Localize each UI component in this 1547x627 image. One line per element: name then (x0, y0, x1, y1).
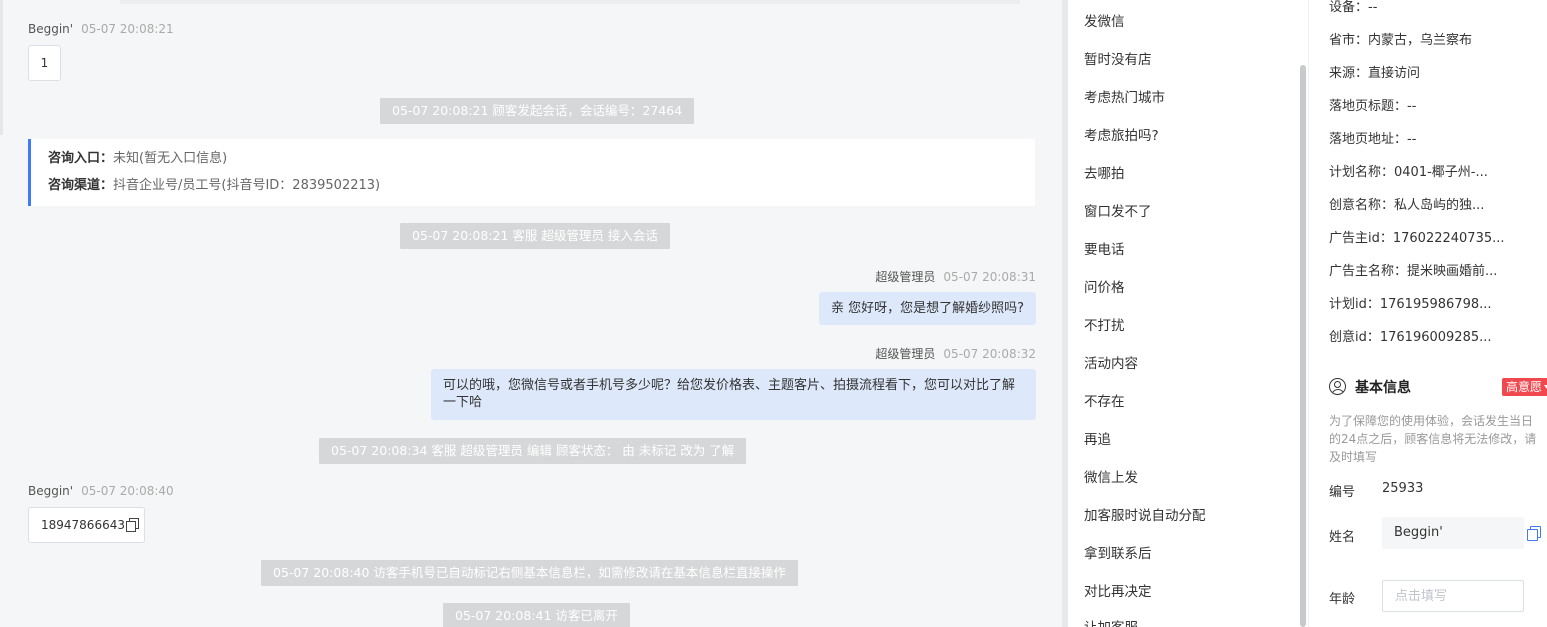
system-message: 05-07 20:08:41 访客已离开 (443, 603, 630, 627)
agent-message: 亲 您好呀，您是想了解婚纱照吗? (818, 292, 1036, 325)
edit-icon[interactable] (1527, 526, 1541, 541)
quick-reply-item[interactable]: 微信上发 (1084, 466, 1138, 486)
intent-tag-label: 高意愿 (1506, 380, 1543, 394)
system-message: 05-07 20:08:21 顾客发起会话，会话编号：27464 (380, 98, 695, 124)
id-value: 25933 (1382, 481, 1424, 496)
message-meta: 超级管理员 05-07 20:08:32 (875, 345, 1036, 362)
message-time: 05-07 20:08:32 (943, 347, 1036, 361)
system-message: 05-07 20:08:21 客服 超级管理员 接入会话 (400, 223, 670, 249)
age-label: 年龄 (1329, 592, 1356, 607)
quick-reply-item[interactable]: 活动内容 (1084, 352, 1138, 372)
quick-reply-item[interactable]: 对比再决定 (1084, 580, 1152, 600)
visitor-message: 1 (28, 45, 61, 81)
agent-message-line: 一下哈 (443, 395, 483, 410)
channel-value: 抖音企业号/员工号(抖音号ID：2839502213) (113, 178, 381, 193)
quick-reply-item[interactable]: 窗口发不了 (1084, 200, 1152, 220)
message-time: 05-07 20:08:31 (943, 270, 1036, 284)
system-message: 05-07 20:08:34 客服 超级管理员 编辑 顾客状态： 由 未标记 改… (319, 438, 747, 464)
name-field[interactable]: Beggin' (1382, 517, 1524, 549)
message-time: 05-07 20:08:21 (81, 22, 174, 36)
device-info: 设备：-- (1329, 0, 1378, 15)
sender-name: Beggin' (28, 484, 74, 498)
plan-id-info: 计划id：176195986798... (1329, 297, 1492, 312)
edit-notice: 为了保障您的使用体验，会话发生当日的24点之后，顾客信息将无法修改，请及时填写 (1329, 414, 1537, 464)
quick-reply-item[interactable]: 暂时没有店 (1084, 48, 1152, 68)
quick-reply-item[interactable]: 问价格 (1084, 276, 1125, 296)
advertiser-name-info: 广告主名称：提米映画婚前... (1329, 264, 1498, 279)
advertiser-id-info: 广告主id：176022240735... (1329, 231, 1505, 246)
entry-row: 咨询入口：未知(暂无入口信息) (48, 150, 1035, 177)
quick-reply-item[interactable]: 让加客服 (1084, 616, 1138, 627)
visitor-message: 18947866643 (28, 507, 145, 543)
sender-name: 超级管理员 (875, 347, 936, 361)
message-meta: Beggin' 05-07 20:08:40 (28, 484, 174, 498)
basic-info-title: 基本信息 (1355, 380, 1411, 396)
quick-reply-scrollbar[interactable] (1300, 65, 1306, 627)
quick-reply-item[interactable]: 考虑热门城市 (1084, 86, 1165, 106)
intent-tag-dropdown[interactable]: 高意愿 (1502, 378, 1547, 396)
quick-reply-list: 发微信 暂时没有店 考虑热门城市 考虑旅拍吗? 去哪拍 窗口发不了 要电话 问价… (1068, 0, 1308, 627)
entry-value: 未知(暂无入口信息) (113, 151, 228, 166)
message-meta: Beggin' 05-07 20:08:21 (28, 22, 174, 36)
chat-edge (0, 0, 3, 135)
creative-id-info: 创意id：176196009285... (1329, 330, 1492, 345)
quick-reply-item[interactable]: 再追 (1084, 428, 1111, 448)
quick-reply-item[interactable]: 不存在 (1084, 390, 1125, 410)
message-time: 05-07 20:08:40 (81, 484, 174, 498)
province-info: 省市：内蒙古，乌兰察布 (1329, 33, 1473, 48)
quick-reply-item[interactable]: 去哪拍 (1084, 162, 1125, 182)
channel-row: 咨询渠道：抖音企业号/员工号(抖音号ID：2839502213) (48, 177, 1035, 204)
landing-url-info: 落地页地址：-- (1329, 132, 1417, 147)
agent-message: 可以的哦，您微信号或者手机号多少呢？给您发价格表、主题客片、拍摄流程看下，您可以… (431, 369, 1036, 420)
landing-title-info: 落地页标题：-- (1329, 99, 1417, 114)
plan-name-info: 计划名称：0401-椰子州-... (1329, 165, 1488, 180)
quick-reply-item[interactable]: 加客服时说自动分配 (1084, 504, 1206, 524)
source-info: 来源：直接访问 (1329, 66, 1421, 81)
basic-info-header: 基本信息 高意愿 (1329, 377, 1547, 397)
phone-number: 18947866643 (41, 518, 125, 532)
customer-info-panel: 设备：-- 省市：内蒙古，乌兰察布 来源：直接访问 落地页标题：-- 落地页地址… (1308, 0, 1547, 627)
system-message: 05-07 20:08:40 访客手机号已自动标记右侧基本信息栏，如需修改请在基… (261, 560, 798, 586)
quick-reply-item[interactable]: 拿到联系后 (1084, 542, 1152, 562)
agent-message-line: 可以的哦，您微信号或者手机号多少呢？给您发价格表、主题客片、拍摄流程看下，您可以… (443, 378, 1016, 393)
entry-label: 咨询入口： (48, 151, 114, 166)
sender-name: 超级管理员 (875, 270, 936, 284)
user-icon (1329, 378, 1346, 395)
copy-icon[interactable] (125, 518, 139, 532)
age-input[interactable] (1382, 580, 1524, 612)
chat-panel[interactable]: Beggin' 05-07 20:08:21 1 05-07 20:08:21 顾… (0, 0, 1062, 627)
entry-info-card: 咨询入口：未知(暂无入口信息) 咨询渠道：抖音企业号/员工号(抖音号ID：283… (28, 139, 1035, 206)
quick-reply-item[interactable]: 要电话 (1084, 238, 1125, 258)
name-label: 姓名 (1329, 530, 1356, 545)
message-meta: 超级管理员 05-07 20:08:31 (875, 268, 1036, 285)
chat-top-separator (120, 0, 1020, 4)
id-label: 编号 (1329, 485, 1356, 500)
quick-reply-item[interactable]: 不打扰 (1084, 314, 1125, 334)
quick-reply-item[interactable]: 发微信 (1084, 10, 1125, 30)
quick-reply-item[interactable]: 考虑旅拍吗? (1084, 124, 1159, 144)
creative-name-info: 创意名称：私人岛屿的独... (1329, 198, 1485, 213)
channel-label: 咨询渠道： (48, 178, 114, 193)
sender-name: Beggin' (28, 22, 74, 36)
